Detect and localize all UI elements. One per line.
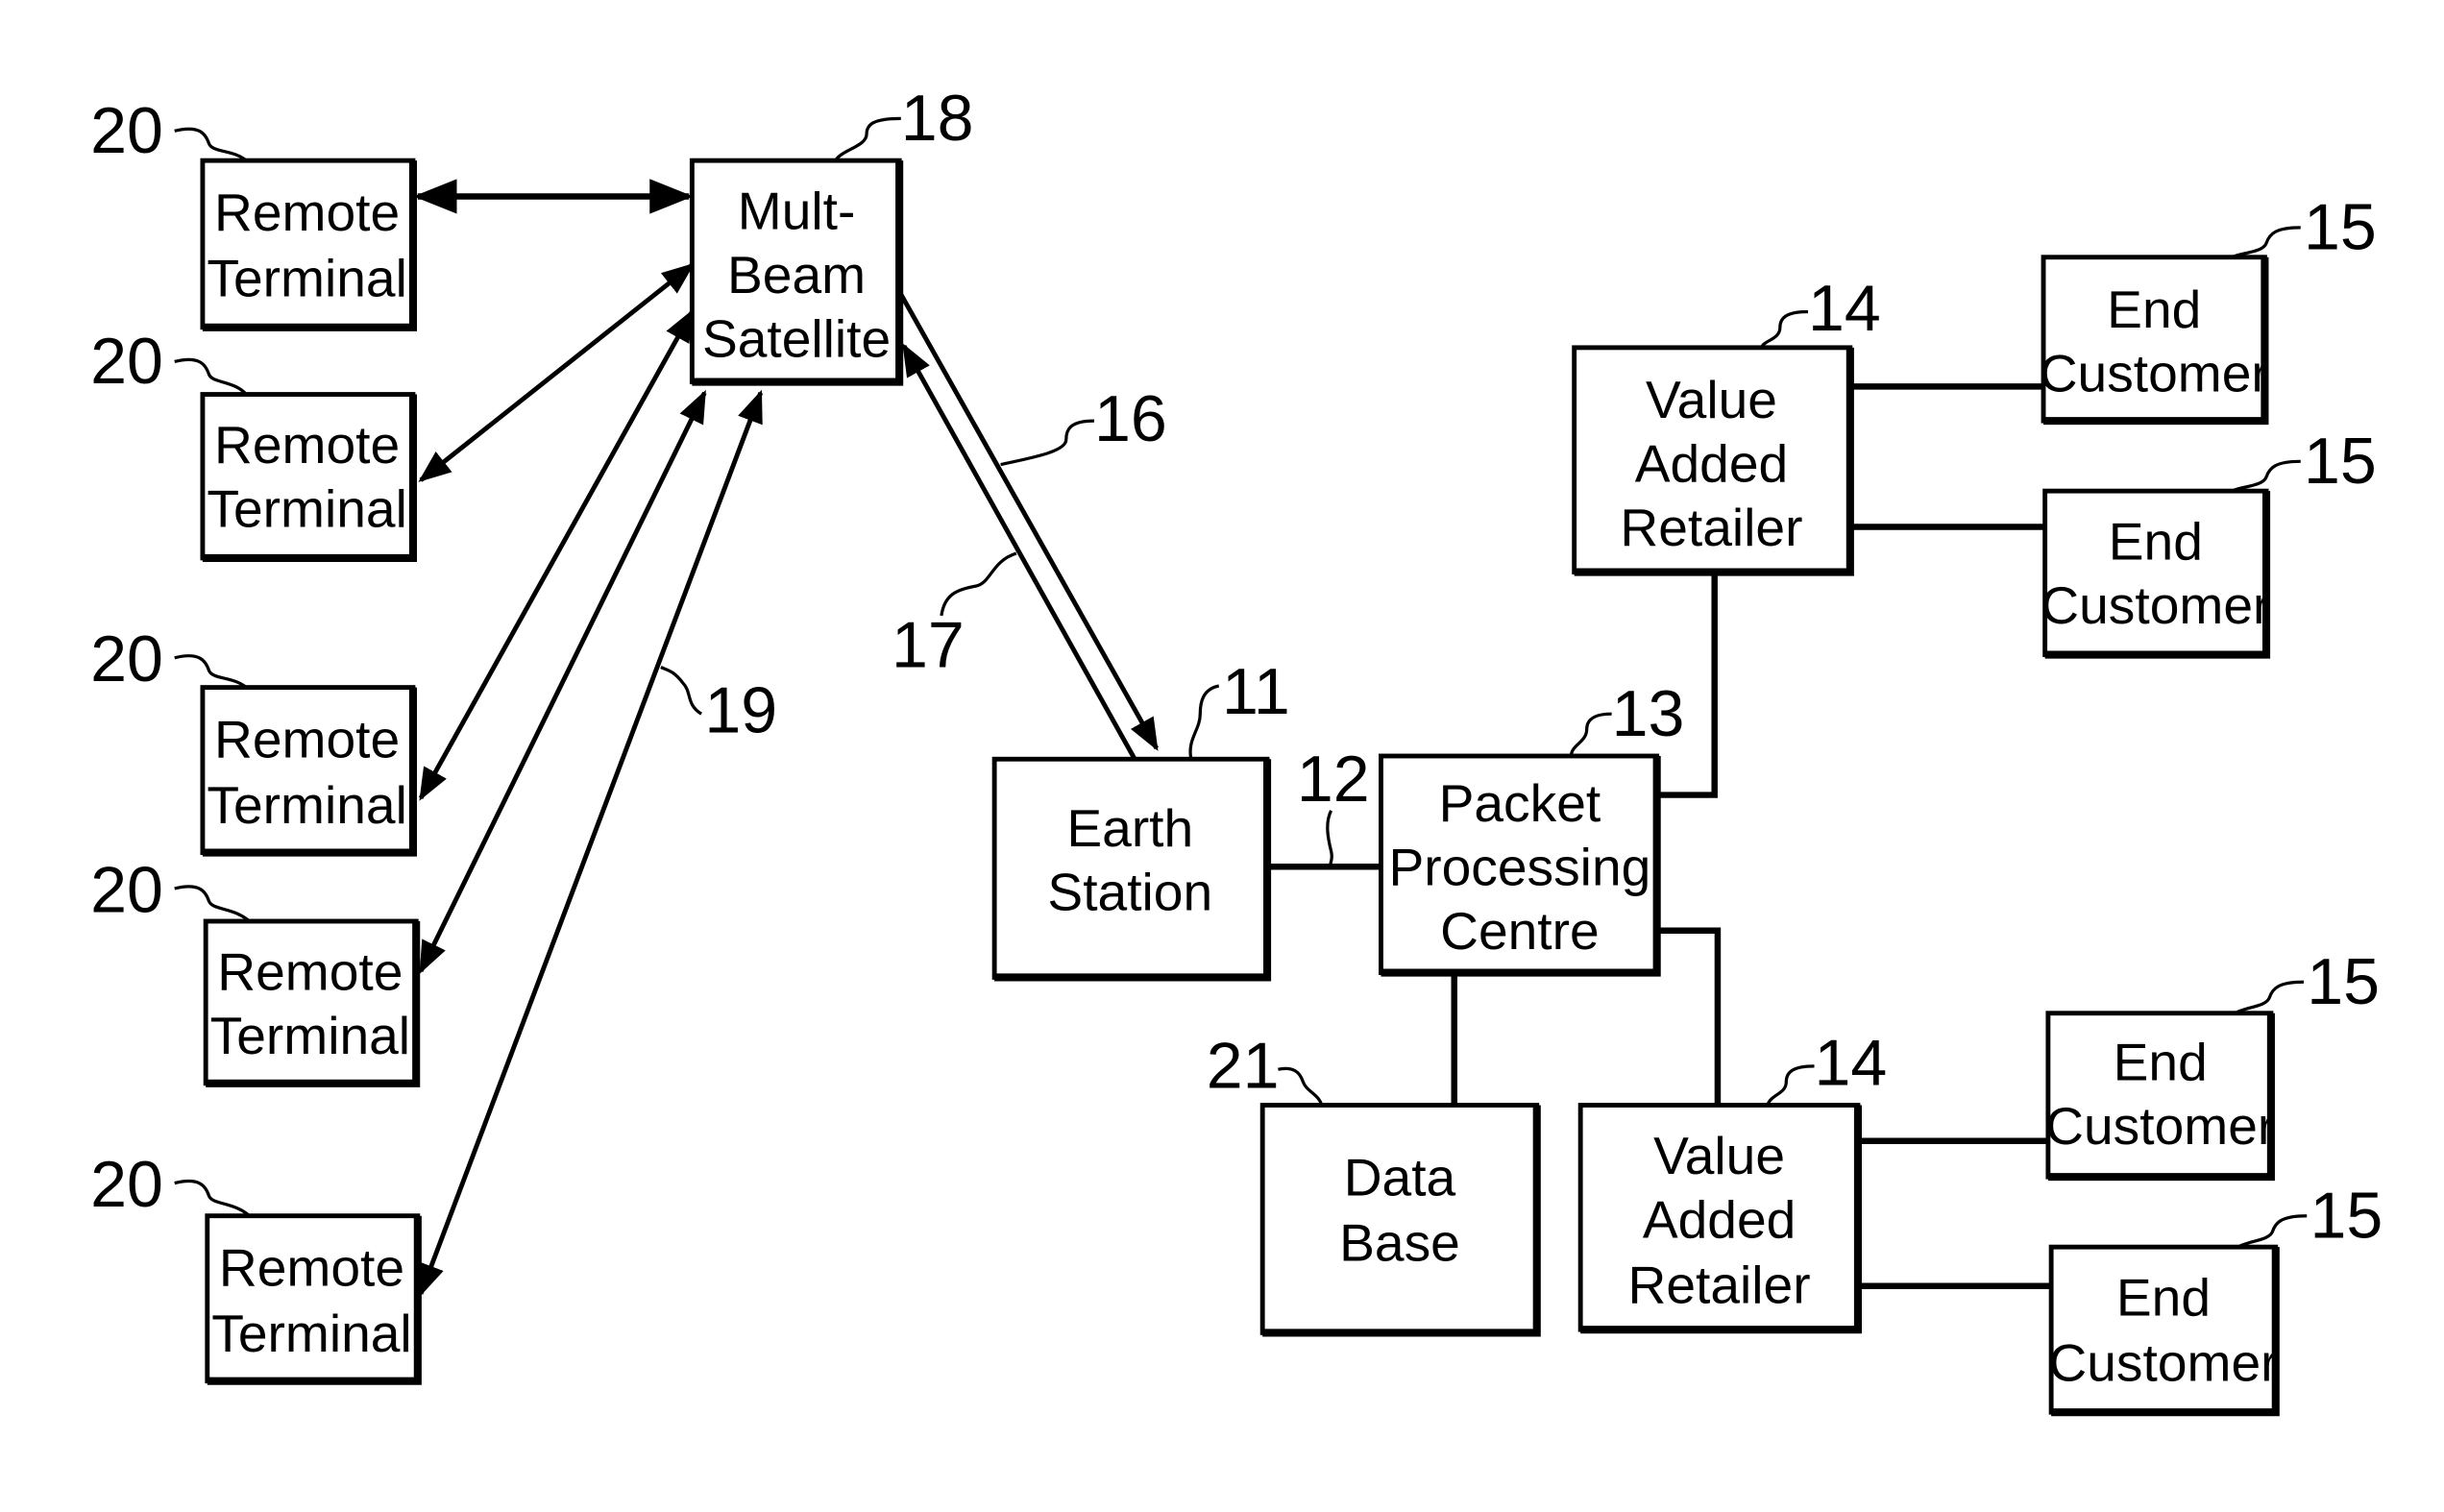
svg-text:18: 18	[901, 82, 974, 155]
svg-text:15: 15	[2304, 191, 2377, 264]
ref-16: 16	[1000, 382, 1167, 467]
svg-text:End: End	[2107, 280, 2201, 339]
svg-text:Packet: Packet	[1439, 773, 1601, 833]
svg-text:Base: Base	[1339, 1213, 1460, 1273]
svg-text:16: 16	[1094, 382, 1167, 455]
ref-17: 17	[892, 551, 1017, 682]
svg-text:Terminal: Terminal	[210, 1006, 410, 1065]
ref-13: 13	[1569, 677, 1685, 757]
remote-terminal-3: Remote Terminal	[200, 685, 418, 857]
svg-text:20: 20	[90, 94, 163, 167]
svg-text:Customer: Customer	[2041, 575, 2270, 635]
ref-20-e: 20	[90, 1148, 251, 1221]
svg-text:17: 17	[892, 609, 965, 682]
ref-19: 19	[660, 666, 777, 747]
svg-text:Remote: Remote	[214, 183, 400, 242]
svg-text:Customer: Customer	[2048, 1333, 2278, 1393]
svg-text:14: 14	[1815, 1026, 1888, 1099]
remote-terminal-2: Remote Terminal	[200, 392, 418, 562]
svg-text:Retailer: Retailer	[1620, 498, 1802, 557]
data-base: Data Base	[1259, 1103, 1541, 1337]
ref-20-b: 20	[90, 325, 248, 398]
end-customer-3: End Customer	[2045, 1011, 2275, 1182]
svg-text:Remote: Remote	[214, 710, 400, 769]
link-rt4-satellite	[418, 389, 707, 974]
svg-text:Added: Added	[1643, 1189, 1796, 1249]
link-rt2-satellite	[418, 262, 696, 482]
svg-text:Terminal: Terminal	[207, 775, 406, 835]
svg-text:14: 14	[1808, 272, 1881, 345]
svg-text:Added: Added	[1635, 433, 1788, 493]
ref-20-d: 20	[90, 853, 251, 926]
svg-text:Earth: Earth	[1066, 798, 1193, 858]
link-rt3-satellite	[418, 308, 695, 801]
svg-text:Customer: Customer	[2045, 1096, 2275, 1156]
multi-beam-satellite: Mult- Beam Satellite	[689, 158, 904, 386]
end-customer-4: End Customer	[2048, 1244, 2280, 1417]
svg-text:11: 11	[1222, 655, 1290, 728]
end-customer-1: End Customer	[2040, 255, 2269, 426]
svg-text:15: 15	[2307, 945, 2380, 1018]
svg-text:20: 20	[90, 853, 163, 926]
svg-text:21: 21	[1207, 1030, 1280, 1103]
link-rt5-satellite	[418, 389, 764, 1298]
ref-14-bottom: 14	[1766, 1026, 1888, 1107]
svg-text:20: 20	[90, 1148, 163, 1221]
value-added-retailer-bottom: Value Added Retailer	[1577, 1103, 1863, 1334]
ref-20-a: 20	[90, 94, 248, 167]
svg-text:Value: Value	[1646, 370, 1777, 429]
svg-text:15: 15	[2310, 1179, 2383, 1252]
svg-text:20: 20	[90, 622, 163, 695]
svg-text:Data: Data	[1344, 1148, 1456, 1207]
svg-text:12: 12	[1297, 743, 1370, 816]
ref-15-d: 15	[2236, 1179, 2383, 1252]
earth-station: Earth Station	[991, 756, 1272, 982]
svg-text:Satellite: Satellite	[702, 309, 891, 369]
svg-text:End: End	[2114, 1033, 2208, 1092]
system-block-diagram: Remote Terminal Remote Terminal Remote T…	[90, 82, 2383, 1417]
ref-20-c: 20	[90, 622, 248, 695]
svg-text:Value: Value	[1653, 1126, 1785, 1185]
link-ppc-var-bottom	[1656, 927, 1722, 1106]
svg-text:Processing: Processing	[1388, 838, 1650, 897]
svg-text:Centre: Centre	[1440, 901, 1600, 961]
svg-text:Mult-: Mult-	[738, 182, 856, 241]
svg-text:Remote: Remote	[217, 941, 403, 1001]
ref-11: 11	[1188, 655, 1290, 758]
remote-terminal-5: Remote Terminal	[205, 1213, 422, 1385]
ref-15-c: 15	[2234, 945, 2380, 1018]
remote-terminal-1: Remote Terminal	[200, 158, 418, 331]
svg-text:19: 19	[704, 674, 777, 747]
svg-text:Station: Station	[1047, 863, 1212, 922]
ref-15-a: 15	[2231, 191, 2377, 264]
svg-text:Beam: Beam	[727, 245, 866, 305]
svg-text:13: 13	[1612, 677, 1685, 750]
svg-text:Terminal: Terminal	[207, 478, 406, 538]
svg-text:Customer: Customer	[2040, 343, 2269, 402]
ref-15-b: 15	[2231, 425, 2377, 498]
ref-21: 21	[1207, 1030, 1324, 1107]
svg-text:End: End	[2109, 512, 2203, 572]
svg-text:End: End	[2116, 1268, 2211, 1328]
svg-text:Remote: Remote	[219, 1238, 404, 1298]
remote-terminal-4: Remote Terminal	[203, 918, 421, 1087]
svg-text:15: 15	[2304, 425, 2377, 498]
packet-processing-centre: Packet Processing Centre	[1379, 753, 1661, 977]
end-customer-2: End Customer	[2041, 488, 2270, 659]
svg-text:20: 20	[90, 325, 163, 398]
svg-text:Terminal: Terminal	[207, 248, 406, 307]
svg-text:Retailer: Retailer	[1628, 1256, 1811, 1315]
ref-18: 18	[834, 82, 974, 162]
svg-text:Terminal: Terminal	[211, 1304, 411, 1363]
ref-14-top: 14	[1759, 272, 1881, 349]
ref-12: 12	[1297, 743, 1370, 867]
value-added-retailer-top: Value Added Retailer	[1572, 345, 1854, 576]
svg-text:Remote: Remote	[214, 415, 400, 475]
